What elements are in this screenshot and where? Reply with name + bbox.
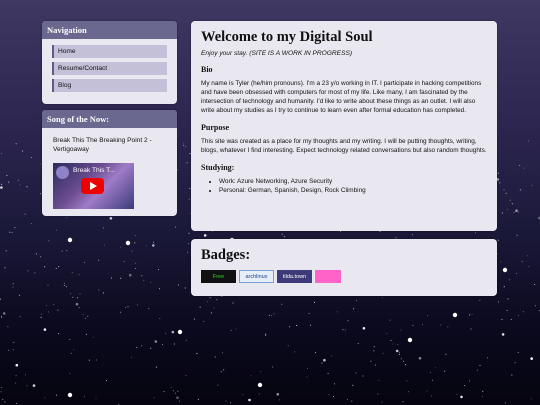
song-track: Break This The Breaking Point 2 - Vertig… [53,137,152,153]
navigation-panel: Navigation Home Resume/Contact Blog [42,21,177,104]
badge-pink[interactable] [315,270,341,283]
studying-list: Work: Azure Networking, Azure Security P… [201,177,487,195]
bio-heading: Bio [201,65,213,74]
youtube-embed[interactable]: Break This T... [53,163,134,209]
badge-archlinux[interactable]: archlinux [239,270,274,283]
studying-heading: Studying: [201,163,235,172]
purpose-text: This site was created as a place for my … [201,138,487,154]
badge-free[interactable]: Free [201,270,236,283]
badges-title: Badges: [201,247,251,263]
page-subtitle: Enjoy your stay. (SITE IS A WORK IN PROG… [201,50,353,57]
youtube-play-icon[interactable] [81,178,104,194]
list-item: Work: Azure Networking, Azure Security [219,177,487,186]
page-title: Welcome to my Digital Soul [201,29,373,45]
nav-item-blog[interactable]: Blog [52,79,167,92]
bio-text: My name is Tyler (he/him pronouns). I'm … [201,80,482,114]
badge-tilde-town[interactable]: tilda.town [277,270,312,283]
nav-item-resume-contact[interactable]: Resume/Contact [52,62,167,75]
song-panel-title: Song of the Now: [42,110,177,128]
main-content-panel: Welcome to my Digital Soul Enjoy your st… [191,21,497,231]
badges-panel: Badges: Free archlinux tilda.town [191,239,497,296]
song-panel: Song of the Now: Break This The Breaking… [42,110,177,216]
list-item: Personal: German, Spanish, Design, Rock … [219,186,487,195]
nav-item-home[interactable]: Home [52,45,167,58]
channel-avatar [56,166,69,179]
video-title: Break This T... [73,167,115,174]
navigation-title: Navigation [42,21,177,39]
purpose-heading: Purpose [201,123,229,132]
